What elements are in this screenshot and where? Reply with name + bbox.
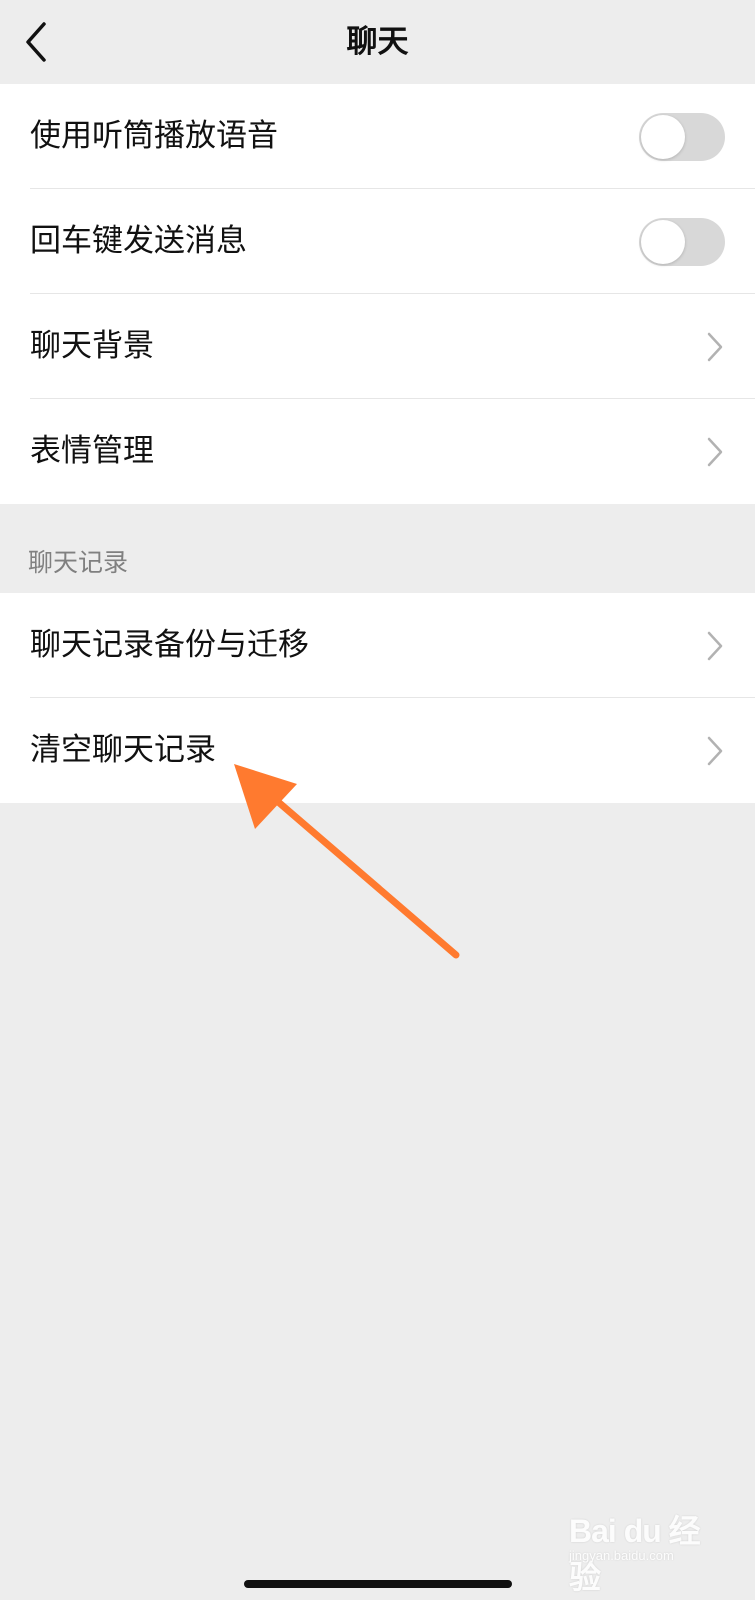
clear-chat-history-label: 清空聊天记录	[30, 732, 216, 768]
chevron-right-icon	[707, 631, 723, 661]
enter-to-send-row[interactable]: 回车键发送消息	[0, 189, 755, 294]
earpiece-voice-row[interactable]: 使用听筒播放语音	[0, 84, 755, 189]
settings-group: 使用听筒播放语音 回车键发送消息 聊天背景 表情管理	[0, 84, 755, 504]
baidu-jingyan-watermark: Bai du 经验 jingyan.baidu.com	[569, 1500, 719, 1595]
enter-to-send-toggle[interactable]	[639, 218, 725, 266]
earpiece-voice-toggle[interactable]	[639, 113, 725, 161]
clear-chat-history-row[interactable]: 清空聊天记录	[0, 698, 755, 803]
backup-migrate-row[interactable]: 聊天记录备份与迁移	[0, 593, 755, 698]
earpiece-voice-label: 使用听筒播放语音	[30, 118, 278, 154]
backup-migrate-label: 聊天记录备份与迁移	[30, 627, 309, 663]
watermark-sub-text: jingyan.baidu.com	[569, 1548, 674, 1563]
sticker-management-row[interactable]: 表情管理	[0, 399, 755, 504]
toggle-knob	[641, 115, 685, 159]
chat-background-label: 聊天背景	[30, 328, 154, 364]
chevron-right-icon	[707, 736, 723, 766]
sticker-management-label: 表情管理	[30, 433, 154, 469]
chevron-right-icon	[707, 332, 723, 362]
chevron-right-icon	[707, 437, 723, 467]
chat-history-group: 聊天记录备份与迁移 清空聊天记录	[0, 593, 755, 803]
toggle-knob	[641, 220, 685, 264]
chat-background-row[interactable]: 聊天背景	[0, 294, 755, 399]
enter-to-send-label: 回车键发送消息	[30, 223, 247, 259]
navigation-bar: 聊天	[0, 0, 755, 84]
section-header-chat-history: 聊天记录	[28, 548, 129, 577]
page-title: 聊天	[346, 24, 409, 60]
home-indicator[interactable]	[244, 1580, 512, 1588]
